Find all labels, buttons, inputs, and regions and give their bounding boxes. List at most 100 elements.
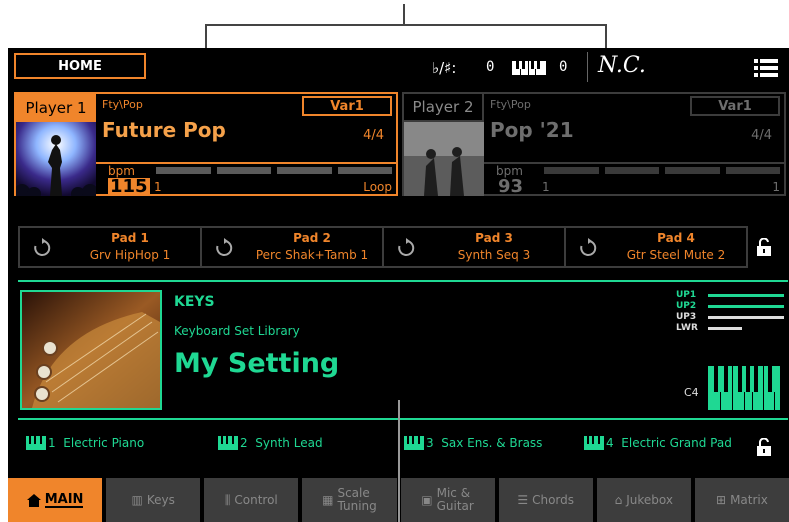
keyboard-icon	[404, 436, 424, 450]
unlock-icon[interactable]	[756, 238, 772, 256]
pad-3[interactable]: Pad 3 Synth Seq 3	[384, 228, 566, 266]
loop-mode: Loop	[363, 180, 392, 194]
tab-matrix[interactable]: ⊞ Matrix	[694, 478, 789, 522]
keyboard-transpose-value[interactable]: 0	[559, 59, 567, 75]
tempo-value[interactable]: 115	[108, 178, 150, 196]
layer-up1[interactable]: UP1	[676, 290, 786, 301]
tab-mic-guitar[interactable]: ▣ Mic & Guitar	[400, 478, 495, 522]
tab-label: Tuning	[337, 499, 377, 513]
keyboard-set-name[interactable]: My Setting	[174, 348, 339, 379]
tab-label: Jukebox	[626, 492, 673, 507]
keyboard-icon	[584, 436, 604, 450]
end-counter: 1	[772, 180, 780, 194]
player-2-panel[interactable]: Player 2 Fty\Pop Var1 Pop '21 4/4 bpm 93…	[402, 92, 786, 196]
jukebox-icon: ⌂	[614, 492, 623, 507]
callout-line	[205, 24, 607, 26]
pad-loop-icon	[34, 238, 51, 256]
pad-loop-icon	[580, 238, 597, 256]
sound-name: Sax Ens. & Brass	[441, 436, 543, 450]
keyboard-icon	[26, 436, 46, 450]
keys-icon: ▥	[131, 492, 143, 507]
tab-jukebox[interactable]: ⌂ Jukebox	[596, 478, 691, 522]
sound-name: Electric Grand Pad	[621, 436, 732, 450]
tab-label: Guitar	[436, 499, 474, 513]
tab-control[interactable]: ⫼ Control	[204, 478, 299, 522]
pad-sound: Gtr Steel Mute 2	[626, 248, 726, 262]
layer-lwr[interactable]: LWR	[676, 323, 786, 334]
layer-up3[interactable]: UP3	[676, 312, 786, 323]
keyboard-sounds-row: 1 Electric Piano 2 Synth Lead 3 Sax Ens.…	[16, 432, 786, 458]
sound-number: 3	[426, 436, 434, 450]
sound-slot-2[interactable]: 2 Synth Lead	[218, 436, 323, 450]
player-tab[interactable]: Player 1	[16, 94, 96, 122]
pad-name: Pad 1	[111, 231, 149, 245]
keyboard-set-panel[interactable]: KEYS Keyboard Set Library My Setting UP1…	[18, 280, 788, 420]
keyboard-set-image	[20, 290, 162, 410]
callout-line	[398, 400, 400, 522]
tab-label: Keys	[146, 492, 175, 507]
split-keyboard-icon[interactable]	[708, 366, 780, 410]
control-icon: ⫼	[224, 492, 231, 507]
variation-button[interactable]: Var1	[690, 96, 780, 116]
pad-1[interactable]: Pad 1 Grv HipHop 1	[20, 228, 202, 266]
divider	[587, 52, 588, 82]
chord-display: N.C.	[598, 53, 646, 78]
pad-sound: Grv HipHop 1	[89, 248, 171, 262]
sound-name: Synth Lead	[255, 436, 323, 450]
scale-icon: ▦	[322, 492, 334, 507]
style-image	[404, 122, 484, 196]
player-1-panel[interactable]: Player 1 Fty\Pop Var1 Future Pop 4/4 bpm…	[14, 92, 398, 196]
tab-keys[interactable]: ▥ Keys	[106, 478, 201, 522]
keyboard-set-library: Keyboard Set Library	[174, 324, 300, 338]
pad-2[interactable]: Pad 2 Perc Shak+Tamb 1	[202, 228, 384, 266]
beat-bars	[156, 167, 392, 174]
menu-icon[interactable]	[754, 59, 778, 77]
home-icon	[26, 493, 41, 507]
sound-name: Electric Piano	[63, 436, 145, 450]
sound-slot-4[interactable]: 4 Electric Grand Pad	[584, 436, 732, 450]
tempo-value[interactable]: 93	[496, 178, 525, 196]
tab-label: Chords	[532, 492, 575, 507]
keyboard-icon	[512, 60, 546, 79]
mic-icon: ▣	[421, 492, 433, 507]
pad-sound: Synth Seq 3	[457, 248, 531, 262]
pad-name: Pad 3	[475, 231, 513, 245]
beat-counter: 1	[154, 180, 162, 194]
style-name[interactable]: Pop '21	[490, 118, 574, 142]
style-image	[16, 122, 96, 196]
tab-chords[interactable]: ☰ Chords	[498, 478, 593, 522]
sound-number: 1	[48, 436, 56, 450]
keyboard-set-category: KEYS	[174, 294, 215, 310]
callout-line	[403, 4, 405, 26]
pad-loop-icon	[398, 238, 415, 256]
beat-counter: 1	[542, 180, 550, 194]
unlock-icon[interactable]	[756, 438, 772, 456]
divider	[484, 162, 784, 164]
beat-bars	[544, 167, 780, 174]
pad-sound: Perc Shak+Tamb 1	[255, 248, 369, 262]
pad-loop-icon	[216, 238, 233, 256]
matrix-icon: ⊞	[716, 492, 727, 507]
sound-number: 2	[240, 436, 248, 450]
sound-slot-3[interactable]: 3 Sax Ens. & Brass	[404, 436, 542, 450]
octave-label: C4	[684, 386, 699, 399]
style-name[interactable]: Future Pop	[102, 118, 226, 142]
pads-bar: Pad 1 Grv HipHop 1 Pad 2 Perc Shak+Tamb …	[18, 226, 748, 268]
tab-main[interactable]: MAIN	[8, 478, 103, 522]
variation-button[interactable]: Var1	[302, 96, 392, 116]
tab-label: Scale	[337, 486, 370, 500]
layer-up2[interactable]: UP2	[676, 301, 786, 312]
player-tab[interactable]: Player 2	[404, 94, 484, 122]
tab-scale-tuning[interactable]: ▦ Scale Tuning	[302, 478, 397, 522]
tab-label: Control	[234, 492, 278, 507]
transpose-label: ♭/♯:	[432, 59, 457, 77]
transpose-value[interactable]: 0	[486, 59, 494, 75]
tab-label: Matrix	[730, 492, 768, 507]
chords-icon: ☰	[517, 492, 529, 507]
pad-4[interactable]: Pad 4 Gtr Steel Mute 2	[566, 228, 746, 266]
pad-name: Pad 2	[293, 231, 331, 245]
style-path: Fty\Pop	[490, 98, 531, 111]
home-button[interactable]: HOME	[14, 53, 146, 79]
sound-slot-1[interactable]: 1 Electric Piano	[26, 436, 144, 450]
pad-name: Pad 4	[657, 231, 695, 245]
